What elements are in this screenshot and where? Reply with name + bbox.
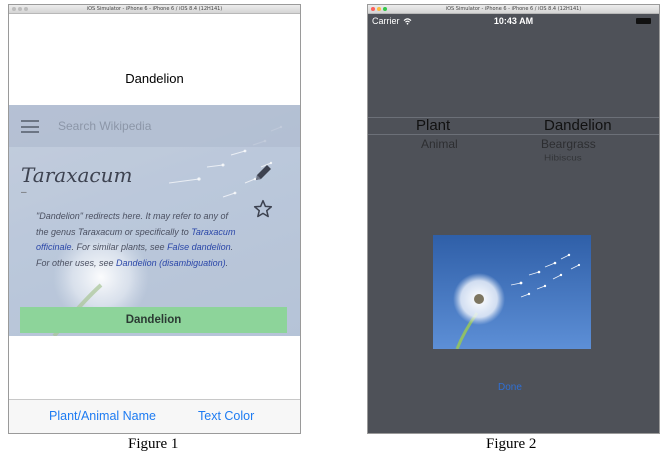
figure-2-simulator: iOS Simulator - iPhone 6 - iPhone 6 / iO… — [367, 4, 660, 434]
article-title: Taraxacum — [21, 163, 133, 187]
dandelion-image — [433, 235, 591, 349]
figure-1-caption: Figure 1 — [128, 436, 179, 452]
article-text: . — [225, 257, 229, 268]
dandelion-button[interactable]: Dandelion — [20, 307, 287, 333]
wikipedia-webview[interactable]: Search Wikipedia Taraxacum – "Dandelion"… — [9, 105, 300, 336]
article-title-dash: – — [21, 187, 27, 198]
wiki-search-header: Search Wikipedia — [9, 105, 300, 147]
done-button[interactable]: Done — [498, 382, 522, 393]
picker-item[interactable]: Hibiscus — [544, 154, 582, 163]
menu-icon[interactable] — [21, 120, 39, 133]
picker-divider-bottom — [368, 134, 659, 135]
picker-divider-top — [368, 117, 659, 118]
picker-item[interactable]: Beargrass — [541, 137, 596, 151]
star-icon[interactable] — [253, 199, 273, 219]
edit-pencil-icon[interactable] — [253, 163, 273, 183]
text-color-button[interactable]: Text Color — [198, 409, 254, 423]
plant-animal-name-button[interactable]: Plant/Animal Name — [49, 409, 156, 423]
status-time: 10:43 AM — [493, 16, 534, 26]
article-text: . For similar plants, see — [71, 242, 168, 253]
search-input[interactable]: Search Wikipedia — [58, 119, 151, 133]
bottom-toolbar: Plant/Animal Name Text Color — [9, 399, 300, 433]
battery-icon — [636, 18, 651, 24]
article-link[interactable]: Dandelion (disambiguation) — [116, 258, 226, 268]
simulator-title-bar: iOS Simulator - iPhone 6 - iPhone 6 / iO… — [9, 5, 300, 14]
figure-1-simulator: iOS Simulator - iPhone 6 - iPhone 6 / iO… — [8, 4, 301, 434]
picker-item[interactable]: Plant — [416, 117, 450, 134]
page-title: Dandelion — [125, 71, 184, 86]
simulator-title: iOS Simulator - iPhone 6 - iPhone 6 / iO… — [445, 6, 582, 12]
article-link[interactable]: False dandelion — [167, 242, 231, 252]
figure-2-caption: Figure 2 — [486, 436, 537, 452]
simulator-title: iOS Simulator - iPhone 6 - iPhone 6 / iO… — [86, 6, 223, 12]
picker-item[interactable]: Dandelion — [544, 117, 612, 134]
window-controls[interactable] — [12, 7, 28, 11]
status-bar: Carrier 10:43 AM — [368, 14, 659, 28]
simulator-title-bar: iOS Simulator - iPhone 6 - iPhone 6 / iO… — [368, 5, 659, 14]
window-controls[interactable] — [371, 7, 387, 11]
article-body: "Dandelion" redirects here. It may refer… — [36, 209, 236, 271]
picker-item[interactable]: Animal — [421, 137, 458, 151]
